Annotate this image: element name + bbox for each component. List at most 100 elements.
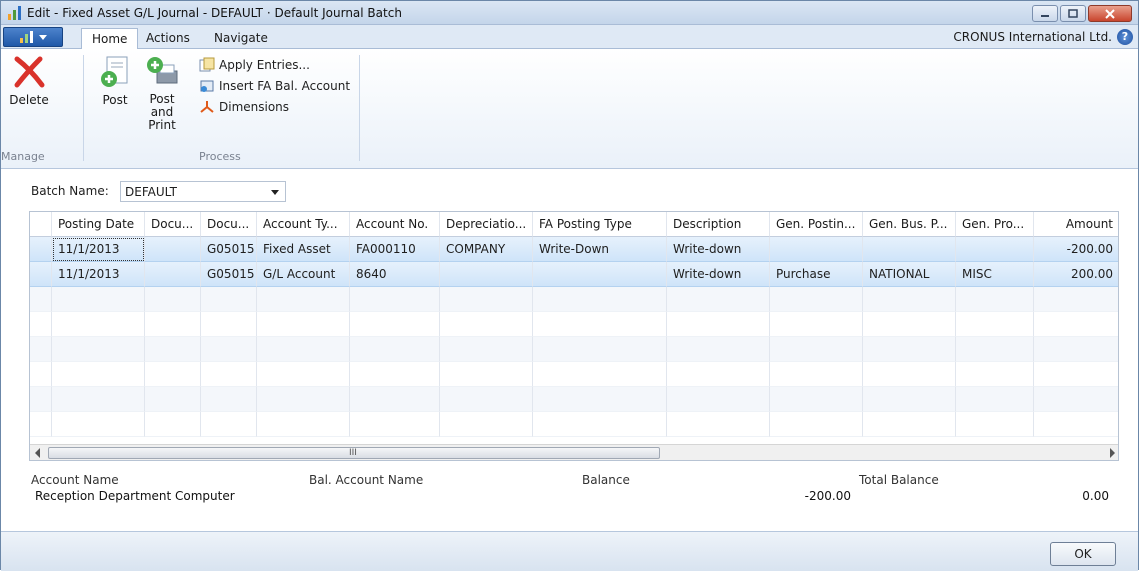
grid-cell-empty <box>770 287 863 312</box>
grid-cell[interactable] <box>145 262 201 287</box>
application-menu-button[interactable] <box>3 27 63 47</box>
grid-cell[interactable]: G05015 <box>201 262 257 287</box>
scrollbar-thumb[interactable]: III <box>48 447 660 459</box>
group-divider <box>359 55 360 161</box>
table-row[interactable]: 11/1/2013 G05015 G/L Account 8640 Write-down… <box>30 262 1118 287</box>
table-row-empty[interactable] <box>30 312 1118 337</box>
tab-home[interactable]: Home <box>81 28 139 49</box>
maximize-button[interactable] <box>1060 5 1086 22</box>
row-selector[interactable] <box>30 387 52 412</box>
grid-cell[interactable] <box>956 237 1034 262</box>
group-process: Post Post and Print Apply Entries... Ins… <box>89 53 359 165</box>
column-header[interactable]: Amount <box>1034 212 1118 237</box>
title-bar: Edit - Fixed Asset G/L Journal - DEFAULT… <box>1 1 1138 25</box>
group-label-process: Process <box>199 150 241 163</box>
batch-name-select[interactable]: DEFAULT <box>120 181 286 202</box>
journal-lines-grid[interactable]: Posting Date Docu... Docu... Account Ty... A… <box>29 211 1119 461</box>
grid-cell-empty <box>533 337 667 362</box>
grid-cell[interactable]: -200.00 <box>1034 237 1118 262</box>
balance-value: -200.00 <box>804 489 851 503</box>
group-label-manage: Manage <box>1 150 45 163</box>
post-button[interactable]: Post <box>95 55 135 107</box>
column-header[interactable]: Docu... <box>145 212 201 237</box>
grid-cell-empty <box>145 337 201 362</box>
grid-cell[interactable]: MISC <box>956 262 1034 287</box>
grid-cell-empty <box>201 362 257 387</box>
tab-navigate[interactable]: Navigate <box>204 28 278 49</box>
post-and-print-label-2: Print <box>148 118 176 132</box>
table-row-empty[interactable] <box>30 412 1118 437</box>
scroll-left-arrow-icon[interactable] <box>35 448 40 458</box>
table-row-empty[interactable] <box>30 387 1118 412</box>
column-header[interactable]: Gen. Bus. P... <box>863 212 956 237</box>
apply-entries-button[interactable]: Apply Entries... <box>199 55 310 75</box>
grid-cell[interactable]: 8640 <box>350 262 440 287</box>
batch-name-label: Batch Name: <box>31 184 109 198</box>
column-header[interactable]: FA Posting Type <box>533 212 667 237</box>
close-button[interactable] <box>1088 5 1132 22</box>
ok-button[interactable]: OK <box>1050 542 1116 566</box>
column-header[interactable]: Docu... <box>201 212 257 237</box>
row-selector[interactable] <box>30 262 52 287</box>
grid-cell[interactable]: G05015 <box>201 237 257 262</box>
row-selector[interactable] <box>30 237 52 262</box>
grid-cell-empty <box>52 362 145 387</box>
row-selector[interactable] <box>30 412 52 437</box>
grid-cell-empty <box>667 412 770 437</box>
grid-cell[interactable]: 200.00 <box>1034 262 1118 287</box>
grid-cell-empty <box>667 362 770 387</box>
horizontal-scrollbar[interactable]: III <box>30 444 1118 460</box>
grid-cell[interactable]: Purchase <box>770 262 863 287</box>
grid-cell-empty <box>145 312 201 337</box>
grid-cell-empty <box>201 337 257 362</box>
column-header[interactable]: Depreciatio... <box>440 212 533 237</box>
post-document-icon <box>101 56 128 87</box>
table-row-empty[interactable] <box>30 362 1118 387</box>
grid-cell[interactable]: Write-Down <box>533 237 667 262</box>
window-controls <box>1032 5 1132 22</box>
grid-header-row[interactable]: Posting Date Docu... Docu... Account Ty... A… <box>30 212 1118 237</box>
grid-cell[interactable]: NATIONAL <box>863 262 956 287</box>
grid-cell-empty <box>145 412 201 437</box>
grid-cell[interactable]: Fixed Asset <box>257 237 350 262</box>
row-selector[interactable] <box>30 362 52 387</box>
table-row[interactable]: 11/1/2013 G05015 Fixed Asset FA000110 COMPAN… <box>30 237 1118 262</box>
grid-cell[interactable] <box>770 237 863 262</box>
grid-cell-empty <box>1034 287 1118 312</box>
grid-cell-empty <box>863 312 956 337</box>
delete-button[interactable]: Delete <box>7 55 51 107</box>
grid-cell[interactable]: 11/1/2013 <box>52 237 145 262</box>
grid-cell[interactable] <box>440 262 533 287</box>
grid-cell[interactable]: Write-down <box>667 262 770 287</box>
dimensions-button[interactable]: Dimensions <box>199 97 289 117</box>
post-and-print-button[interactable]: Post and Print <box>139 55 185 132</box>
column-header[interactable]: Posting Date <box>52 212 145 237</box>
column-header[interactable]: Gen. Postin... <box>770 212 863 237</box>
grid-cell[interactable]: FA000110 <box>350 237 440 262</box>
grid-cell[interactable] <box>863 237 956 262</box>
tab-actions[interactable]: Actions <box>136 28 200 49</box>
grid-cell[interactable]: G/L Account <box>257 262 350 287</box>
window-title: Edit - Fixed Asset G/L Journal - DEFAULT… <box>27 6 402 20</box>
grid-cell[interactable]: Write-down <box>667 237 770 262</box>
grid-cell-empty <box>257 337 350 362</box>
column-header[interactable]: Account Ty... <box>257 212 350 237</box>
minimize-button[interactable] <box>1032 5 1058 22</box>
row-selector[interactable] <box>30 312 52 337</box>
row-selector[interactable] <box>30 287 52 312</box>
grid-cell[interactable] <box>145 237 201 262</box>
help-icon[interactable]: ? <box>1117 29 1133 45</box>
table-row-empty[interactable] <box>30 287 1118 312</box>
table-row-empty[interactable] <box>30 337 1118 362</box>
insert-fa-bal-account-button[interactable]: Insert FA Bal. Account <box>199 76 350 96</box>
grid-cell[interactable]: COMPANY <box>440 237 533 262</box>
grid-cell[interactable]: 11/1/2013 <box>52 262 145 287</box>
row-selector[interactable] <box>30 337 52 362</box>
grid-cell-empty <box>1034 362 1118 387</box>
grid-cell-empty <box>533 287 667 312</box>
column-header[interactable]: Account No. <box>350 212 440 237</box>
grid-cell[interactable] <box>533 262 667 287</box>
column-header[interactable]: Description <box>667 212 770 237</box>
column-header[interactable]: Gen. Pro... <box>956 212 1034 237</box>
scroll-right-arrow-icon[interactable] <box>1110 448 1115 458</box>
